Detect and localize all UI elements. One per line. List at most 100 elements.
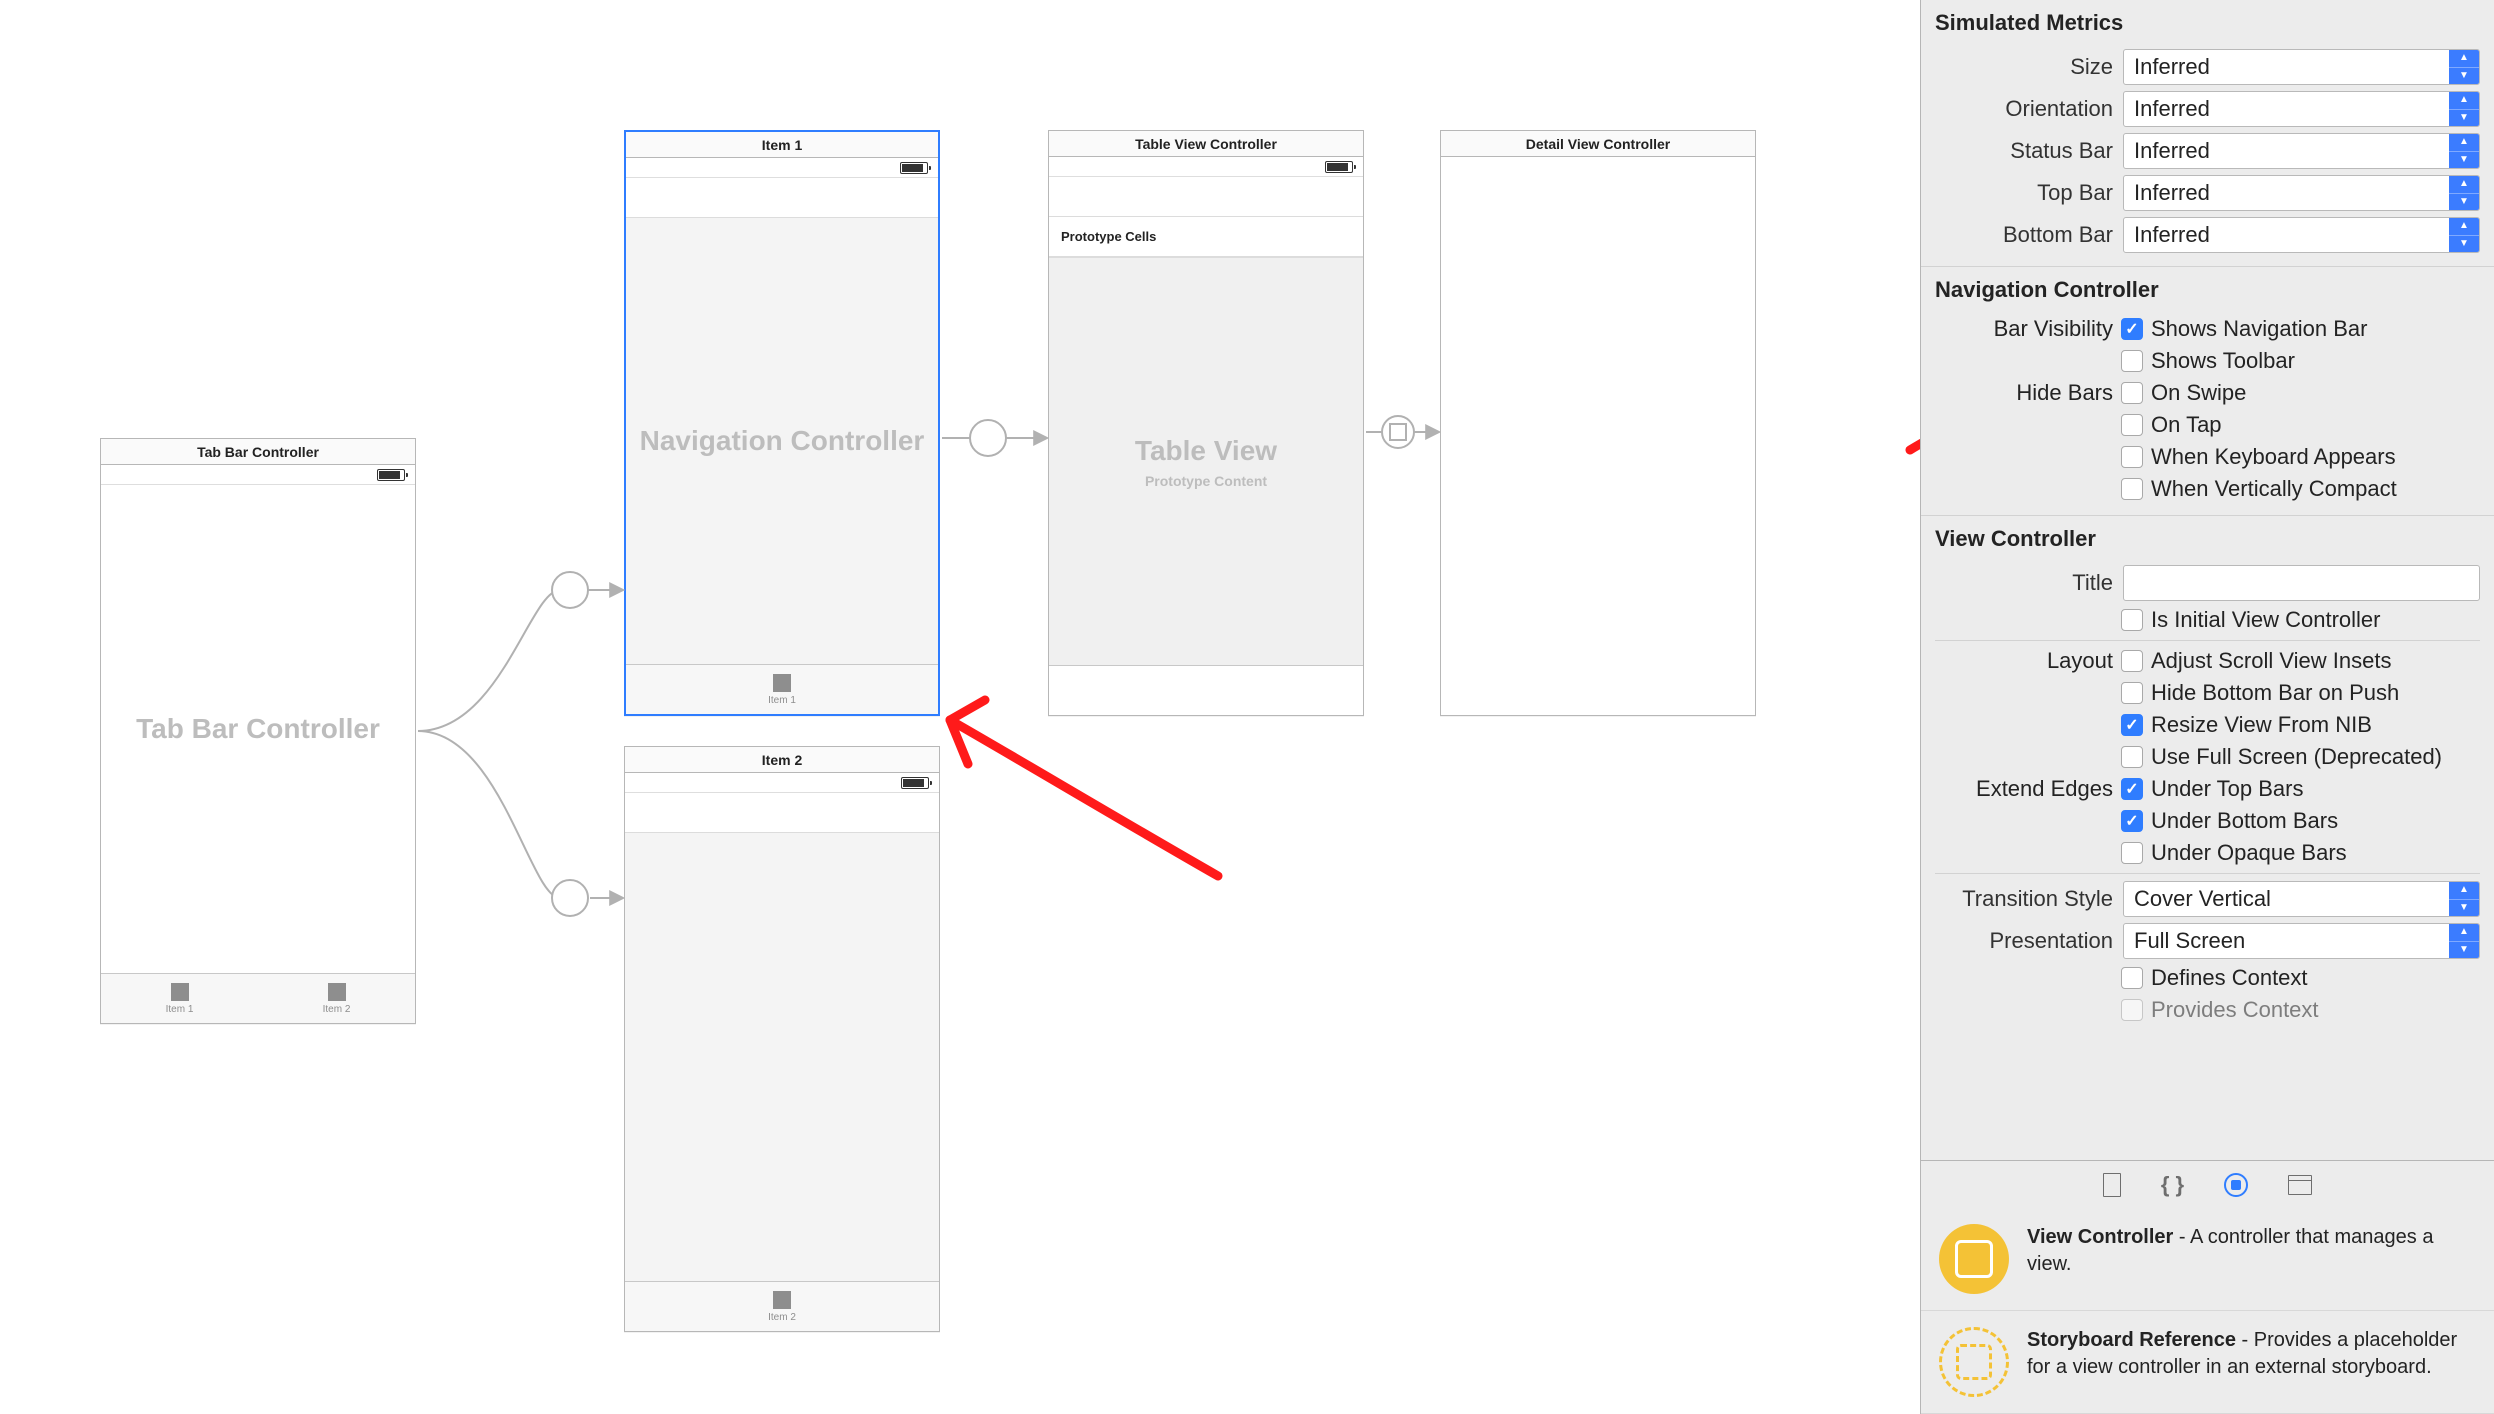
checkbox-when-keyboard-appears[interactable] [2121, 446, 2143, 468]
checkbox-label: Use Full Screen (Deprecated) [2151, 744, 2442, 770]
view-controller-icon [1939, 1224, 2009, 1294]
checkbox-adjust-scroll-view-insets[interactable] [2121, 650, 2143, 672]
checkbox-label: Resize View From NIB [2151, 712, 2372, 738]
tab-bar[interactable]: Item 1 Item 2 [101, 973, 415, 1023]
scene-ghost-label: Navigation Controller [626, 218, 938, 664]
scene-tab-bar-controller[interactable]: Tab Bar Controller Tab Bar Controller It… [100, 438, 416, 1024]
stepper-icon[interactable]: ▲▼ [2449, 218, 2479, 252]
row-orientation: Orientation Inferred▲▼ [1921, 88, 2494, 130]
checkbox-on-tap[interactable] [2121, 414, 2143, 436]
row-title: Title [1921, 562, 2494, 604]
stepper-icon[interactable]: ▲▼ [2449, 50, 2479, 84]
scene-title: Detail View Controller [1441, 131, 1755, 157]
square-icon [171, 983, 189, 1001]
scene-title: Table View Controller [1049, 131, 1363, 157]
select-transition-style[interactable]: Cover Vertical▲▼ [2123, 881, 2480, 917]
section-title: Navigation Controller [1921, 273, 2494, 313]
navigation-bar [625, 793, 939, 833]
battery-icon [1325, 161, 1353, 173]
stepper-icon[interactable]: ▲▼ [2449, 924, 2479, 958]
library-tab-bar: { } [1921, 1160, 2494, 1208]
checkbox-label: Shows Toolbar [2151, 348, 2295, 374]
storyboard-canvas[interactable]: Tab Bar Controller Tab Bar Controller It… [0, 0, 1920, 1414]
row-presentation: Presentation Full Screen▲▼ [1921, 920, 2494, 962]
file-template-icon[interactable] [2103, 1173, 2121, 1197]
section-title: View Controller [1921, 522, 2494, 562]
select-bottom-bar[interactable]: Inferred▲▼ [2123, 217, 2480, 253]
checkbox-is-initial-view-controller[interactable] [2121, 609, 2143, 631]
section-title: Simulated Metrics [1921, 6, 2494, 46]
status-bar [1049, 157, 1363, 177]
checkbox-label: On Tap [2151, 412, 2222, 438]
select-status-bar[interactable]: Inferred▲▼ [2123, 133, 2480, 169]
checkbox-under-opaque-bars[interactable] [2121, 842, 2143, 864]
scene-detail-view-controller[interactable]: Detail View Controller [1440, 130, 1756, 716]
row-status-bar: Status Bar Inferred▲▼ [1921, 130, 2494, 172]
section-simulated-metrics: Simulated Metrics Size Inferred▲▼ Orient… [1921, 0, 2494, 267]
checkbox-under-bottom-bars[interactable] [2121, 810, 2143, 832]
scene-navigation-controller[interactable]: Item 1 Navigation Controller Item 1 [624, 130, 940, 716]
scene-title: Item 2 [625, 747, 939, 773]
checkbox-use-full-screen-deprecated[interactable] [2121, 746, 2143, 768]
checkbox-label: Is Initial View Controller [2151, 607, 2380, 633]
scene-title: Item 1 [626, 132, 938, 158]
section-navigation-controller: Navigation Controller Bar Visibility Sho… [1921, 267, 2494, 516]
select-orientation[interactable]: Inferred▲▼ [2123, 91, 2480, 127]
status-bar [625, 773, 939, 793]
navigation-bar [626, 178, 938, 218]
title-input[interactable] [2123, 565, 2480, 601]
inspector-panel: Simulated Metrics Size Inferred▲▼ Orient… [1920, 0, 2494, 1414]
tab-bar: Item 1 [626, 664, 938, 714]
library-item-storyboard-reference[interactable]: Storyboard Reference - Provides a placeh… [1921, 1311, 2494, 1414]
battery-icon [377, 469, 405, 481]
media-library-icon[interactable] [2288, 1175, 2312, 1195]
battery-icon [900, 162, 928, 174]
tab-item-1[interactable]: Item 1 [101, 974, 258, 1023]
checkbox-label: Adjust Scroll View Insets [2151, 648, 2391, 674]
prototype-cells-label: Prototype Cells [1049, 217, 1363, 257]
row-top-bar: Top Bar Inferred▲▼ [1921, 172, 2494, 214]
select-presentation[interactable]: Full Screen▲▼ [2123, 923, 2480, 959]
library-item-view-controller[interactable]: View Controller - A controller that mana… [1921, 1208, 2494, 1311]
square-icon [773, 1291, 791, 1309]
status-bar [101, 465, 415, 485]
checkbox-shows-toolbar[interactable] [2121, 350, 2143, 372]
checkbox-on-swipe[interactable] [2121, 382, 2143, 404]
scene-navigation-controller-2[interactable]: Item 2 Item 2 [624, 746, 940, 1332]
checkbox-defines-context[interactable] [2121, 967, 2143, 989]
checkbox-provides-context[interactable] [2121, 999, 2143, 1021]
scene-table-view-controller[interactable]: Table View Controller Prototype Cells Ta… [1048, 130, 1364, 716]
navigation-bar [1049, 177, 1363, 217]
checkbox-label: Under Bottom Bars [2151, 808, 2338, 834]
tab-bar [1049, 665, 1363, 715]
section-view-controller: View Controller Title Is Initial View Co… [1921, 516, 2494, 1036]
checkbox-shows-navigation-bar[interactable] [2121, 318, 2143, 340]
checkbox-under-top-bars[interactable] [2121, 778, 2143, 800]
select-size[interactable]: Inferred▲▼ [2123, 49, 2480, 85]
stepper-icon[interactable]: ▲▼ [2449, 92, 2479, 126]
status-bar [626, 158, 938, 178]
tab-item-2[interactable]: Item 2 [258, 974, 415, 1023]
checkbox-label: Under Opaque Bars [2151, 840, 2347, 866]
scene-ghost-label: Tab Bar Controller [101, 485, 415, 973]
select-top-bar[interactable]: Inferred▲▼ [2123, 175, 2480, 211]
scene-title: Tab Bar Controller [101, 439, 415, 465]
checkbox-label: When Keyboard Appears [2151, 444, 2396, 470]
checkbox-resize-view-from-nib[interactable] [2121, 714, 2143, 736]
object-library-list: View Controller - A controller that mana… [1921, 1208, 2494, 1414]
checkbox-label: Under Top Bars [2151, 776, 2303, 802]
stepper-icon[interactable]: ▲▼ [2449, 882, 2479, 916]
checkbox-label: Defines Context [2151, 965, 2308, 991]
row-bottom-bar: Bottom Bar Inferred▲▼ [1921, 214, 2494, 256]
scene-body [625, 833, 939, 1281]
row-transition-style: Transition Style Cover Vertical▲▼ [1921, 878, 2494, 920]
checkbox-label: When Vertically Compact [2151, 476, 2397, 502]
stepper-icon[interactable]: ▲▼ [2449, 176, 2479, 210]
code-snippet-icon[interactable]: { } [2161, 1172, 2184, 1198]
tab-bar: Item 2 [625, 1281, 939, 1331]
object-library-icon[interactable] [2224, 1173, 2248, 1197]
stepper-icon[interactable]: ▲▼ [2449, 134, 2479, 168]
checkbox-label: On Swipe [2151, 380, 2246, 406]
checkbox-hide-bottom-bar-on-push[interactable] [2121, 682, 2143, 704]
checkbox-when-vertically-compact[interactable] [2121, 478, 2143, 500]
